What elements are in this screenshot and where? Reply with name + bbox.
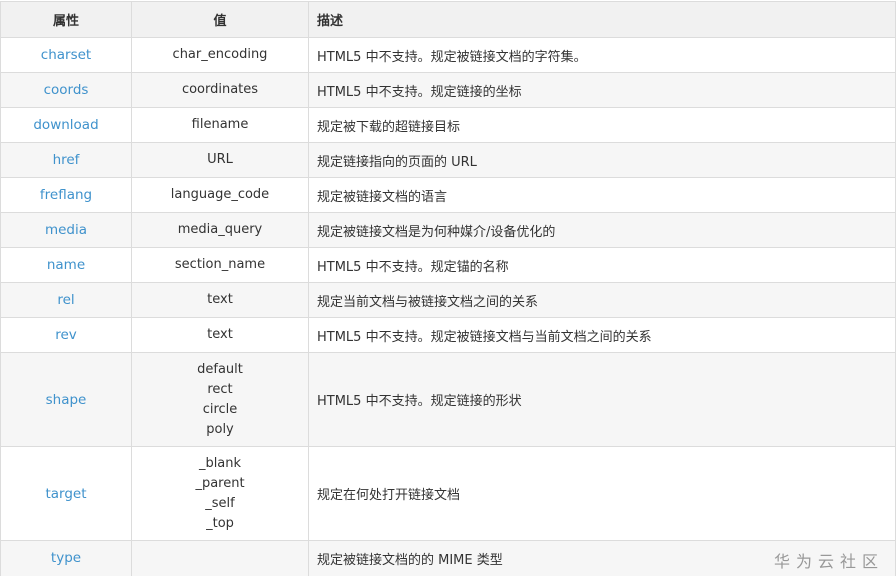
attr-link-media[interactable]: media [45,222,87,238]
attr-cell: charset [0,37,132,73]
value-cell: default rect circle poly [131,352,309,447]
attributes-table: 属性 值 描述 charset char_encoding HTML5 中不支持。规… [0,1,896,576]
desc-cell: 规定当前文档与被链接文档之间的关系 [308,282,896,318]
value-text: _blank [198,455,242,471]
desc-cell: 规定在何处打开链接文档 [308,446,896,541]
table-row: download filename 规定被下载的超链接目标 [0,107,896,143]
table-row: type 规定被链接文档的的 MIME 类型 [0,540,896,576]
header-desc: 描述 [308,1,896,38]
table-row: charset char_encoding HTML5 中不支持。规定被链接文档的字… [0,37,896,73]
attr-link-type[interactable]: type [51,550,81,566]
header-attr: 属性 [0,1,132,38]
value-cell [131,540,309,576]
attr-link-name[interactable]: name [47,257,85,273]
value-text: text [207,292,233,307]
desc-cell: 规定链接指向的页面的 URL [308,142,896,178]
attr-cell: href [0,142,132,178]
value-text: circle [202,401,238,417]
attr-link-rel[interactable]: rel [57,292,74,308]
attr-link-freflang[interactable]: freflang [40,187,92,203]
attr-cell: rel [0,282,132,318]
table-row: rev text HTML5 中不支持。规定被链接文档与当前文档之间的关系 [0,317,896,353]
attr-cell: media [0,212,132,248]
table-row: rel text 规定当前文档与被链接文档之间的关系 [0,282,896,318]
desc-cell: HTML5 中不支持。规定被链接文档与当前文档之间的关系 [308,317,896,353]
attr-link-download[interactable]: download [33,117,98,133]
attr-link-href[interactable]: href [53,152,80,168]
attr-cell: freflang [0,177,132,213]
table-row: freflang language_code 规定被链接文档的语言 [0,177,896,213]
attr-link-charset[interactable]: charset [41,47,91,63]
value-cell: coordinates [131,72,309,108]
value-text: filename [191,117,249,132]
desc-cell: HTML5 中不支持。规定链接的形状 [308,352,896,447]
value-cell: _blank _parent _self _top [131,446,309,541]
value-cell: media_query [131,212,309,248]
attr-link-target[interactable]: target [45,486,86,502]
table-header-row: 属性 值 描述 [0,1,896,38]
desc-cell: 规定被链接文档的语言 [308,177,896,213]
value-text: _parent [195,475,245,491]
table-row: name section_name HTML5 中不支持。规定锚的名称 [0,247,896,283]
desc-cell: HTML5 中不支持。规定锚的名称 [308,247,896,283]
attr-cell: shape [0,352,132,447]
attr-cell: target [0,446,132,541]
value-text: rect [207,381,233,397]
header-value: 值 [131,1,309,38]
value-text: _top [206,515,234,531]
value-cell: char_encoding [131,37,309,73]
attr-cell: name [0,247,132,283]
attr-cell: download [0,107,132,143]
value-cell: section_name [131,247,309,283]
value-cell: text [131,282,309,318]
desc-cell: 规定被下载的超链接目标 [308,107,896,143]
value-text: char_encoding [172,47,268,62]
attr-link-shape[interactable]: shape [46,392,87,408]
attr-cell: rev [0,317,132,353]
table-body: charset char_encoding HTML5 中不支持。规定被链接文档的字… [0,37,896,576]
table-row: shape default rect circle poly HTML5 中不支持。规定链… [0,352,896,447]
value-cell: filename [131,107,309,143]
table-row: target _blank _parent _self _top 规定在何处打开链接文档 [0,446,896,541]
value-text: poly [206,421,234,437]
desc-cell: 规定被链接文档是为何种媒介/设备优化的 [308,212,896,248]
value-cell: URL [131,142,309,178]
desc-cell: HTML5 中不支持。规定被链接文档的字符集。 [308,37,896,73]
table-row: coords coordinates HTML5 中不支持。规定链接的坐标 [0,72,896,108]
attr-link-coords[interactable]: coords [44,82,89,98]
attr-link-rev[interactable]: rev [55,327,77,343]
value-text: default [197,361,243,377]
value-text: section_name [174,257,266,272]
value-text: text [207,327,233,342]
desc-cell: HTML5 中不支持。规定链接的坐标 [308,72,896,108]
watermark-logo: 华为云社区 [773,552,884,571]
value-text: media_query [177,222,263,237]
attr-cell: coords [0,72,132,108]
value-text: _self [205,495,235,511]
table-row: media media_query 规定被链接文档是为何种媒介/设备优化的 [0,212,896,248]
value-text: URL [207,152,233,167]
value-cell: text [131,317,309,353]
value-cell: language_code [131,177,309,213]
table-row: href URL 规定链接指向的页面的 URL [0,142,896,178]
attr-cell: type [0,540,132,576]
value-text: coordinates [181,82,259,97]
value-text: language_code [170,187,270,202]
